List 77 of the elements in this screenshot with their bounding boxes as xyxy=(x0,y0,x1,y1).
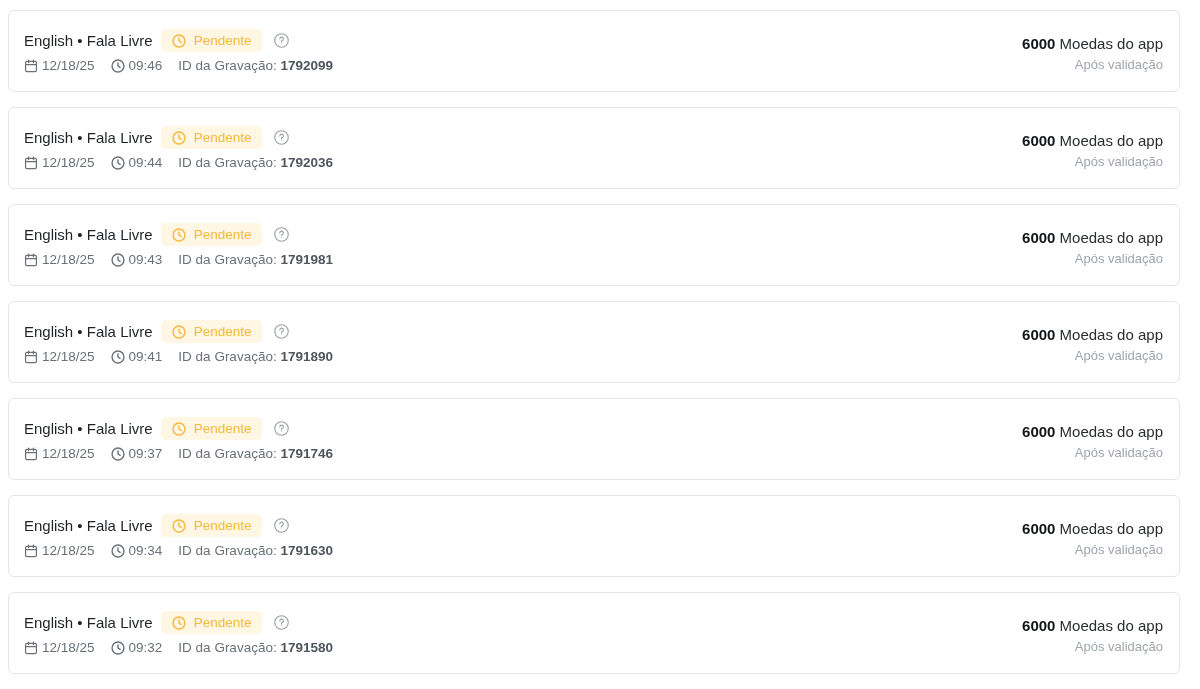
recording-title: English • Fala Livre xyxy=(24,129,153,146)
clock-icon xyxy=(171,518,186,533)
recording-title: English • Fala Livre xyxy=(24,226,153,243)
reward-amount: 6000 Moedas do app xyxy=(1022,519,1163,537)
reward-amount: 6000 Moedas do app xyxy=(1022,325,1163,343)
clock-icon xyxy=(110,155,125,170)
reward-amount: 6000 Moedas do app xyxy=(1022,34,1163,52)
recording-date: 12/18/25 xyxy=(42,155,95,170)
clock-icon xyxy=(110,543,125,558)
clock-icon xyxy=(171,227,186,242)
recording-time: 09:34 xyxy=(128,543,163,558)
reward-amount: 6000 Moedas do app xyxy=(1022,422,1163,440)
recording-id: ID da Gravação: 1791630 xyxy=(178,543,333,558)
recording-date: 12/18/25 xyxy=(42,640,95,655)
status-badge: Pendente xyxy=(160,126,263,149)
recording-title: English • Fala Livre xyxy=(24,323,153,340)
clock-icon xyxy=(171,130,186,145)
help-icon[interactable] xyxy=(274,615,290,630)
recording-date: 12/18/25 xyxy=(42,252,95,267)
recording-date: 12/18/25 xyxy=(42,58,95,73)
recording-date: 12/18/25 xyxy=(42,349,95,364)
recording-id: ID da Gravação: 1792099 xyxy=(178,58,333,73)
recording-time: 09:44 xyxy=(128,155,163,170)
recording-title: English • Fala Livre xyxy=(24,517,153,534)
recording-title: English • Fala Livre xyxy=(24,614,153,631)
clock-icon xyxy=(171,421,186,436)
help-icon[interactable] xyxy=(274,421,290,436)
help-icon[interactable] xyxy=(274,518,290,533)
reward-amount: 6000 Moedas do app xyxy=(1022,228,1163,246)
reward-amount: 6000 Moedas do app xyxy=(1022,616,1163,634)
recording-time: 09:41 xyxy=(128,349,163,364)
recording-title: English • Fala Livre xyxy=(24,420,153,437)
clock-icon xyxy=(171,33,186,48)
recording-id: ID da Gravação: 1791890 xyxy=(178,349,333,364)
clock-icon xyxy=(171,324,186,339)
recording-date: 12/18/25 xyxy=(42,446,95,461)
clock-icon xyxy=(110,252,125,267)
reward-note: Após validação xyxy=(1074,153,1163,169)
reward-note: Após validação xyxy=(1074,541,1163,557)
recording-id: ID da Gravação: 1791981 xyxy=(178,252,333,267)
calendar-icon xyxy=(24,252,38,267)
help-icon[interactable] xyxy=(274,130,290,145)
calendar-icon xyxy=(24,543,38,558)
status-badge: Pendente xyxy=(160,223,263,246)
clock-icon xyxy=(110,349,125,364)
recording-time: 09:43 xyxy=(128,252,163,267)
status-badge: Pendente xyxy=(160,514,263,537)
calendar-icon xyxy=(24,640,38,655)
clock-icon xyxy=(110,640,125,655)
reward-amount: 6000 Moedas do app xyxy=(1022,131,1163,149)
status-badge: Pendente xyxy=(160,29,263,52)
recording-id: ID da Gravação: 1791746 xyxy=(178,446,333,461)
reward-note: Após validação xyxy=(1074,56,1163,72)
help-icon[interactable] xyxy=(274,227,290,242)
clock-icon xyxy=(171,615,186,630)
calendar-icon xyxy=(24,446,38,461)
reward-note: Após validação xyxy=(1074,444,1163,460)
clock-icon xyxy=(110,58,125,73)
recording-time: 09:32 xyxy=(128,640,163,655)
recording-time: 09:37 xyxy=(128,446,163,461)
recording-id: ID da Gravação: 1792036 xyxy=(178,155,333,170)
help-icon[interactable] xyxy=(274,33,290,48)
status-badge: Pendente xyxy=(160,611,263,634)
status-badge: Pendente xyxy=(160,320,263,343)
calendar-icon xyxy=(24,58,38,73)
clock-icon xyxy=(110,446,125,461)
recording-date: 12/18/25 xyxy=(42,543,95,558)
recording-id: ID da Gravação: 1791580 xyxy=(178,640,333,655)
status-badge: Pendente xyxy=(160,417,263,440)
calendar-icon xyxy=(24,155,38,170)
reward-note: Após validação xyxy=(1074,347,1163,363)
reward-note: Após validação xyxy=(1074,250,1163,266)
help-icon[interactable] xyxy=(274,324,290,339)
reward-note: Após validação xyxy=(1074,638,1163,654)
recording-title: English • Fala Livre xyxy=(24,32,153,49)
recording-time: 09:46 xyxy=(128,58,163,73)
calendar-icon xyxy=(24,349,38,364)
